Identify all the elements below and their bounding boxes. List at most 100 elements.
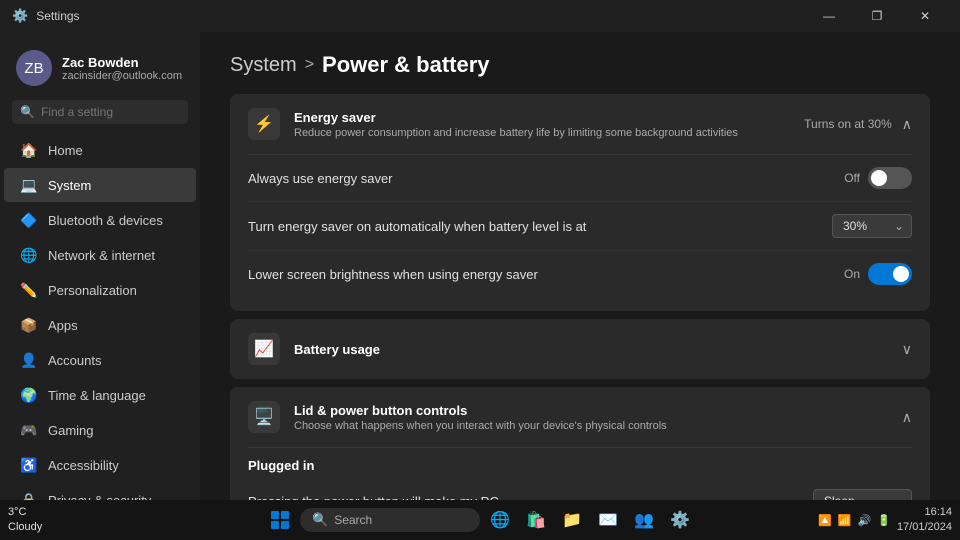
sidebar-item-accessibility[interactable]: ♿ Accessibility (4, 448, 196, 482)
avatar: ZB (16, 50, 52, 86)
battery-usage-title: Battery usage (294, 342, 902, 357)
sidebar-label-accessibility: Accessibility (48, 458, 119, 473)
sidebar-label-bluetooth: Bluetooth & devices (48, 213, 163, 228)
personalization-icon: ✏️ (20, 281, 38, 299)
always-energy-toggle[interactable] (868, 167, 912, 189)
taskbar-clock[interactable]: 16:14 17/01/2024 (897, 505, 952, 536)
plugged-power-row: Pressing the power button will make my P… (248, 477, 912, 500)
breadcrumb-parent: System (230, 54, 297, 77)
network-icon: 🌐 (20, 246, 38, 264)
taskbar-search-label: Search (334, 513, 372, 527)
accounts-icon: 👤 (20, 351, 38, 369)
battery-usage-card: 📈 Battery usage ∨ (230, 319, 930, 379)
breadcrumb-sep: > (305, 56, 314, 74)
sidebar-label-personalization: Personalization (48, 283, 137, 298)
lower-brightness-toggle[interactable] (868, 263, 912, 285)
taskbar-app-store[interactable]: 🛍️ (520, 504, 552, 536)
battery-level-dropdown[interactable]: 30% 10% 20% 40% 50% (832, 214, 912, 238)
user-email: zacinsider@outlook.com (62, 70, 182, 82)
energy-saver-card: ⚡ Energy saver Reduce power consumption … (230, 94, 930, 311)
windows-logo (271, 511, 289, 529)
battery-level-label: Turn energy saver on automatically when … (248, 219, 832, 234)
energy-saver-icon: ⚡ (248, 108, 280, 140)
taskbar-app-files[interactable]: 📁 (556, 504, 588, 536)
sidebar-label-home: Home (48, 143, 83, 158)
minimize-button[interactable]: — (806, 0, 852, 32)
clock-time: 16:14 (897, 505, 952, 520)
sidebar-item-bluetooth[interactable]: 🔷 Bluetooth & devices (4, 203, 196, 237)
titlebar: ⚙️ Settings — ❐ ✕ (0, 0, 960, 32)
lower-brightness-toggle-label: On (844, 267, 860, 281)
sidebar-item-network[interactable]: 🌐 Network & internet (4, 238, 196, 272)
battery-usage-header[interactable]: 📈 Battery usage ∨ (230, 319, 930, 379)
apps-icon: 📦 (20, 316, 38, 334)
user-profile: ZB Zac Bowden zacinsider@outlook.com (0, 40, 200, 100)
tray-arrow[interactable]: 🔼 (818, 514, 832, 527)
page-title: Power & battery (322, 52, 490, 78)
sidebar-item-home[interactable]: 🏠 Home (4, 133, 196, 167)
taskbar-app-edge[interactable]: 🌐 (484, 504, 516, 536)
titlebar-title: Settings (36, 9, 79, 23)
battery-usage-chevron: ∨ (902, 341, 912, 358)
clock-date: 17/01/2024 (897, 520, 952, 535)
lid-power-header[interactable]: 🖥️ Lid & power button controls Choose wh… (230, 387, 930, 447)
settings-icon: ⚙️ (12, 8, 28, 24)
taskbar: 3°C Cloudy 🔍 Search 🌐 🛍️ 📁 ✉️ 👥 ⚙️ 🔼 📶 🔊… (0, 500, 960, 540)
taskbar-right: 🔼 📶 🔊 🔋 16:14 17/01/2024 (818, 505, 952, 536)
taskbar-search[interactable]: 🔍 Search (300, 508, 480, 532)
energy-saver-subtitle: Reduce power consumption and increase ba… (294, 127, 804, 139)
lower-brightness-row: Lower screen brightness when using energ… (248, 251, 912, 297)
user-name: Zac Bowden (62, 55, 182, 70)
weather-condition: Cloudy (8, 520, 42, 535)
taskbar-left: 3°C Cloudy (8, 505, 42, 536)
energy-saver-header[interactable]: ⚡ Energy saver Reduce power consumption … (230, 94, 930, 154)
privacy-icon: 🔒 (20, 491, 38, 500)
sidebar-item-gaming[interactable]: 🎮 Gaming (4, 413, 196, 447)
search-box[interactable]: 🔍 (12, 100, 188, 124)
taskbar-app-teams[interactable]: 👥 (628, 504, 660, 536)
battery-usage-icon: 📈 (248, 333, 280, 365)
sidebar-label-network: Network & internet (48, 248, 155, 263)
lid-power-chevron: ∧ (902, 409, 912, 426)
tray-audio[interactable]: 🔊 (858, 514, 872, 527)
breadcrumb: System > Power & battery (230, 52, 930, 78)
plugged-power-dropdown[interactable]: Sleep Hibernate Shut down Do nothing (813, 489, 912, 500)
content-area: System > Power & battery ⚡ Energy saver … (200, 32, 960, 500)
sidebar-label-gaming: Gaming (48, 423, 94, 438)
always-energy-toggle-label: Off (844, 171, 860, 185)
time-icon: 🌍 (20, 386, 38, 404)
lower-brightness-label: Lower screen brightness when using energ… (248, 267, 844, 282)
home-icon: 🏠 (20, 141, 38, 159)
lid-power-subtitle: Choose what happens when you interact wi… (294, 420, 902, 432)
sidebar: ZB Zac Bowden zacinsider@outlook.com 🔍 🏠… (0, 32, 200, 500)
taskbar-app-mail[interactable]: ✉️ (592, 504, 624, 536)
taskbar-search-icon: 🔍 (312, 512, 328, 528)
lid-power-title: Lid & power button controls (294, 403, 902, 418)
tray-battery[interactable]: 🔋 (877, 514, 891, 527)
tray-wifi[interactable]: 📶 (838, 514, 852, 527)
sidebar-label-system: System (48, 178, 91, 193)
plugged-power-dropdown-wrapper: Sleep Hibernate Shut down Do nothing (813, 489, 912, 500)
sidebar-item-system[interactable]: 💻 System (4, 168, 196, 202)
energy-saver-chevron: ∧ (902, 116, 912, 133)
system-icon: 💻 (20, 176, 38, 194)
gaming-icon: 🎮 (20, 421, 38, 439)
taskbar-app-settings[interactable]: ⚙️ (664, 504, 696, 536)
sidebar-item-privacy[interactable]: 🔒 Privacy & security (4, 483, 196, 500)
energy-saver-status: Turns on at 30% (804, 117, 892, 131)
sidebar-label-time: Time & language (48, 388, 146, 403)
sidebar-item-personalization[interactable]: ✏️ Personalization (4, 273, 196, 307)
sidebar-label-accounts: Accounts (48, 353, 101, 368)
start-button[interactable] (264, 504, 296, 536)
always-energy-label: Always use energy saver (248, 171, 844, 186)
sidebar-item-apps[interactable]: 📦 Apps (4, 308, 196, 342)
close-button[interactable]: ✕ (902, 0, 948, 32)
lid-power-card: 🖥️ Lid & power button controls Choose wh… (230, 387, 930, 500)
sidebar-label-privacy: Privacy & security (48, 493, 151, 501)
maximize-button[interactable]: ❐ (854, 0, 900, 32)
search-input[interactable] (41, 105, 196, 119)
always-energy-row: Always use energy saver Off (248, 155, 912, 202)
sidebar-item-accounts[interactable]: 👤 Accounts (4, 343, 196, 377)
sidebar-item-time[interactable]: 🌍 Time & language (4, 378, 196, 412)
sidebar-label-apps: Apps (48, 318, 78, 333)
